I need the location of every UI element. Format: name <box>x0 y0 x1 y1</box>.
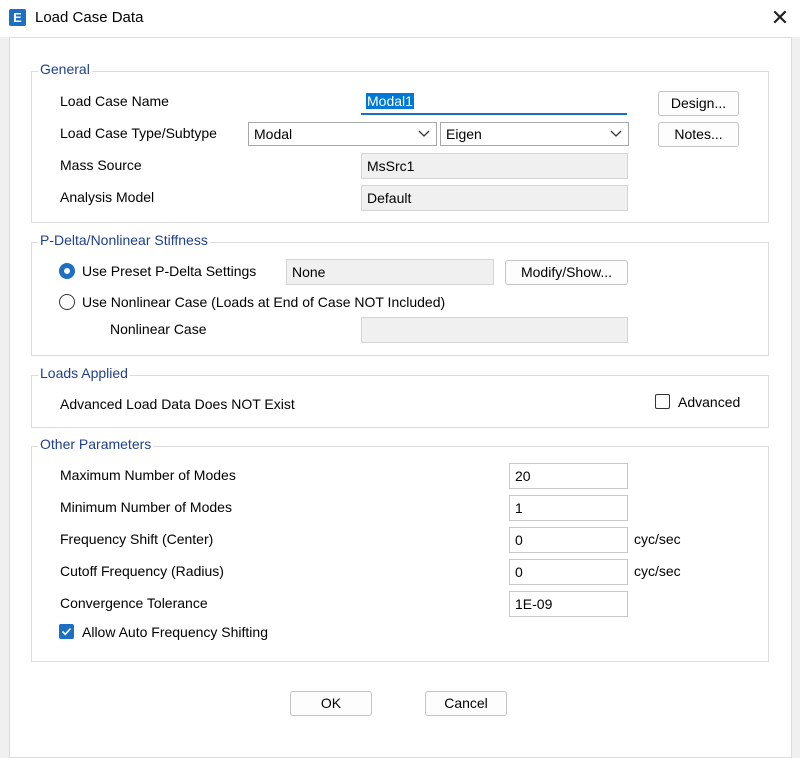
load-case-name-value: Modal1 <box>366 93 414 109</box>
nonlinear-case-label: Nonlinear Case <box>110 321 207 337</box>
max-modes-label: Maximum Number of Modes <box>60 467 236 483</box>
nonlinear-case-option-label: Use Nonlinear Case (Loads at End of Case… <box>82 294 446 310</box>
advanced-checkbox[interactable] <box>655 394 670 409</box>
load-case-subtype-value: Eigen <box>446 126 482 142</box>
min-modes-input[interactable]: 1 <box>509 495 628 521</box>
modify-show-button[interactable]: Modify/Show... <box>505 260 628 285</box>
other-parameters-group-label: Other Parameters <box>38 436 154 452</box>
window-title: Load Case Data <box>35 9 144 26</box>
notes-button[interactable]: Notes... <box>658 122 739 147</box>
title-bar: E Load Case Data ✕ <box>0 0 800 37</box>
load-case-name-label: Load Case Name <box>60 93 169 109</box>
preset-pdelta-label: Use Preset P-Delta Settings <box>82 263 257 279</box>
min-modes-label: Minimum Number of Modes <box>60 499 232 515</box>
analysis-model-field: Default <box>361 185 628 211</box>
checkmark-icon <box>61 627 72 636</box>
advanced-label: Advanced <box>678 394 741 410</box>
load-case-type-select[interactable]: Modal <box>248 122 437 146</box>
close-icon[interactable]: ✕ <box>764 4 796 32</box>
auto-frequency-shifting-checkbox[interactable] <box>59 624 74 639</box>
cutoff-frequency-unit: cyc/sec <box>634 563 681 579</box>
pdelta-group-label: P-Delta/Nonlinear Stiffness <box>38 232 210 248</box>
chevron-down-icon <box>418 130 430 137</box>
preset-pdelta-field: None <box>286 259 494 285</box>
general-group-label: General <box>38 61 92 77</box>
max-modes-input[interactable]: 20 <box>509 463 628 489</box>
design-button[interactable]: Design... <box>658 91 739 116</box>
load-case-type-value: Modal <box>254 126 293 142</box>
load-data-status-text: Advanced Load Data Does NOT Exist <box>60 396 295 412</box>
ok-button[interactable]: OK <box>290 691 372 716</box>
mass-source-field: MsSrc1 <box>361 153 628 179</box>
frequency-shift-unit: cyc/sec <box>634 531 681 547</box>
frequency-shift-input[interactable]: 0 <box>509 527 628 553</box>
convergence-tolerance-input[interactable]: 1E-09 <box>509 591 628 617</box>
analysis-model-label: Analysis Model <box>60 189 155 205</box>
frequency-shift-label: Frequency Shift (Center) <box>60 531 214 547</box>
app-icon: E <box>9 9 26 26</box>
loads-applied-group-label: Loads Applied <box>38 365 130 381</box>
cancel-button[interactable]: Cancel <box>425 691 507 716</box>
load-case-type-label: Load Case Type/Subtype <box>60 125 217 141</box>
preset-pdelta-radio[interactable] <box>59 263 75 279</box>
load-case-subtype-select[interactable]: Eigen <box>440 122 629 146</box>
cutoff-frequency-label: Cutoff Frequency (Radius) <box>60 563 224 579</box>
chevron-down-icon <box>610 130 622 137</box>
cutoff-frequency-input[interactable]: 0 <box>509 559 628 585</box>
load-case-name-input[interactable]: Modal1 <box>361 89 627 115</box>
nonlinear-case-field <box>361 317 628 343</box>
auto-frequency-shifting-label: Allow Auto Frequency Shifting <box>82 624 268 640</box>
mass-source-label: Mass Source <box>60 157 142 173</box>
convergence-tolerance-label: Convergence Tolerance <box>60 595 208 611</box>
nonlinear-case-radio[interactable] <box>59 294 75 310</box>
